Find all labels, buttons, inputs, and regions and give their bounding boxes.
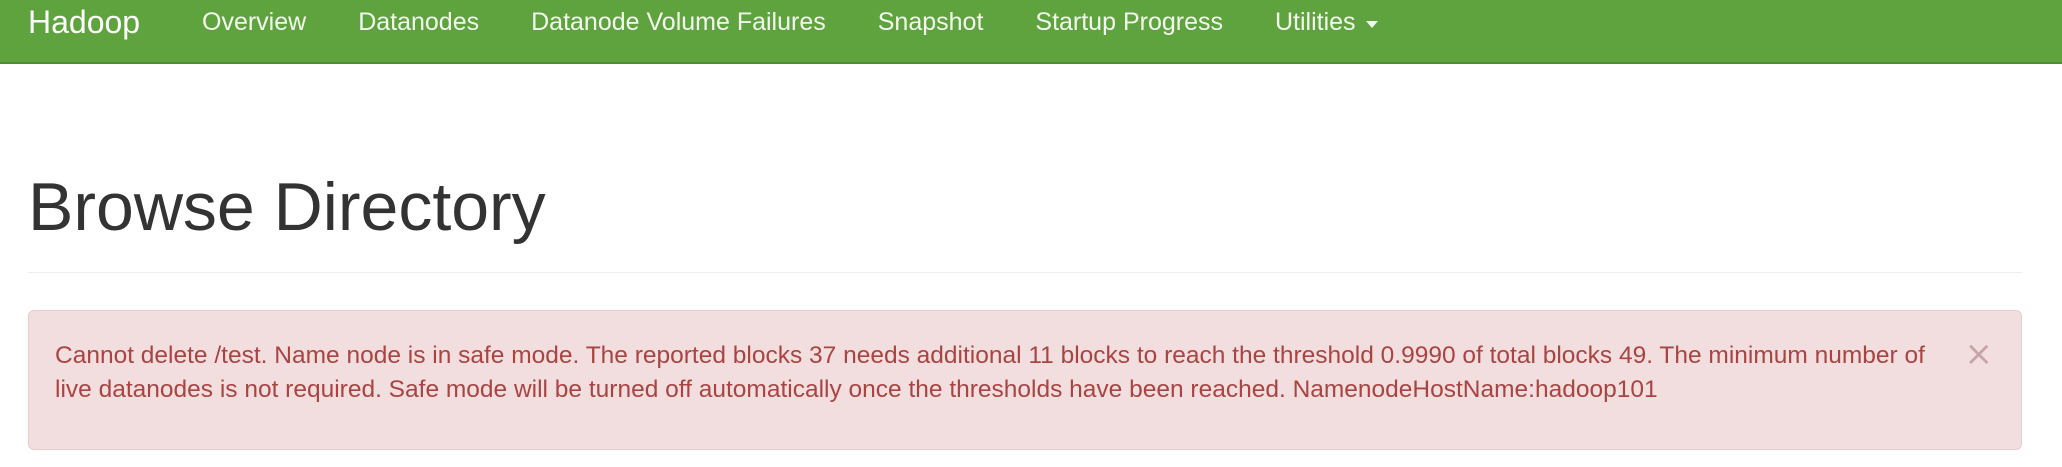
caret-down-icon bbox=[1365, 20, 1378, 28]
nav-item-snapshot[interactable]: Snapshot bbox=[852, 0, 1010, 44]
nav-item-datanode-volume-failures[interactable]: Datanode Volume Failures bbox=[505, 0, 852, 44]
alert-message: Cannot delete /test. Name node is in saf… bbox=[55, 342, 1925, 403]
nav-item-overview[interactable]: Overview bbox=[176, 0, 332, 44]
header-divider bbox=[28, 272, 2022, 273]
nav-item-datanodes[interactable]: Datanodes bbox=[332, 0, 505, 44]
nav-item-utilities-dropdown[interactable]: Utilities bbox=[1249, 0, 1404, 44]
nav-item-startup-progress[interactable]: Startup Progress bbox=[1009, 0, 1249, 44]
nav-item-utilities-label: Utilities bbox=[1274, 7, 1356, 36]
top-navbar: Hadoop Overview Datanodes Datanode Volum… bbox=[0, 0, 2062, 64]
nav-menu: Overview Datanodes Datanode Volume Failu… bbox=[176, 0, 1404, 44]
page-title: Browse Directory bbox=[28, 169, 546, 245]
close-icon[interactable]: × bbox=[1965, 337, 1994, 371]
brand-link[interactable]: Hadoop bbox=[28, 0, 140, 44]
error-alert: Cannot delete /test. Name node is in saf… bbox=[28, 310, 2022, 450]
